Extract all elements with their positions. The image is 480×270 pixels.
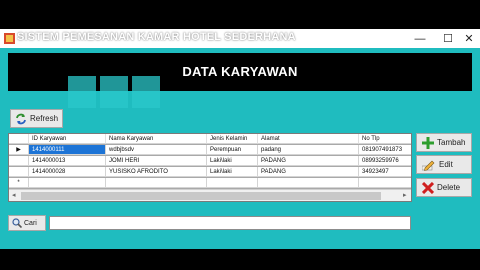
table-cell[interactable]: [106, 178, 207, 188]
table-cell[interactable]: YUSISKO AFRODITO: [106, 167, 207, 177]
table-header: ID Karyawan Nama Karyawan Jenis Kelamin …: [9, 134, 411, 144]
row-header-corner: [9, 134, 29, 144]
table-cell[interactable]: 1414000111: [29, 145, 106, 155]
add-label: Tambah: [437, 138, 466, 147]
table-cell[interactable]: Laki\laki: [207, 167, 258, 177]
delete-label: Delete: [437, 183, 461, 192]
row-indicator[interactable]: ▶: [9, 145, 29, 155]
employee-table[interactable]: ID Karyawan Nama Karyawan Jenis Kelamin …: [8, 133, 412, 202]
minimize-button[interactable]: —: [409, 29, 431, 48]
app-icon: [4, 33, 15, 44]
add-button[interactable]: Tambah: [416, 133, 472, 152]
column-header[interactable]: No Tlp: [359, 134, 411, 144]
table-cell[interactable]: Laki\laki: [207, 156, 258, 166]
search-input[interactable]: [49, 216, 411, 230]
table-cell[interactable]: JOMI HERI: [106, 156, 207, 166]
refresh-button[interactable]: Refresh: [10, 109, 63, 128]
delete-button[interactable]: Delete: [416, 178, 472, 197]
new-row[interactable]: *: [9, 178, 411, 188]
row-indicator[interactable]: [9, 156, 29, 166]
table-cell[interactable]: [359, 178, 411, 188]
table-cell[interactable]: 1414000028: [29, 167, 106, 177]
horizontal-scrollbar[interactable]: ◂ ▸: [9, 189, 411, 201]
row-indicator[interactable]: [9, 167, 29, 177]
plus-icon: [422, 136, 434, 149]
magnifier-icon: [12, 218, 22, 228]
scroll-right-icon[interactable]: ▸: [403, 191, 407, 199]
table-row[interactable]: 1414000013 JOMI HERI Laki\laki PADANG 08…: [9, 156, 411, 166]
scroll-left-icon[interactable]: ◂: [12, 191, 16, 199]
table-cell[interactable]: [29, 178, 106, 188]
table-cell[interactable]: 1414000013: [29, 156, 106, 166]
search-button[interactable]: Cari: [8, 215, 46, 231]
table-cell[interactable]: 081907491873: [359, 145, 411, 155]
ghost-tile: [132, 76, 160, 108]
table-cell[interactable]: PADANG: [258, 156, 359, 166]
table-cell[interactable]: 34923497: [359, 167, 411, 177]
table-row[interactable]: ▶ 1414000111 wdbjbsdv Perempuan padang 0…: [9, 145, 411, 155]
table-row[interactable]: 1414000028 YUSISKO AFRODITO Laki\laki PA…: [9, 167, 411, 177]
table-cell[interactable]: [258, 178, 359, 188]
window-title: SISTEM PEMESANAN KAMAR HOTEL SEDERHANA: [17, 31, 296, 43]
table-cell[interactable]: PADANG: [258, 167, 359, 177]
table-cell[interactable]: padang: [258, 145, 359, 155]
pencil-icon: [422, 160, 435, 171]
column-header[interactable]: Jenis Kelamin: [207, 134, 258, 144]
column-header[interactable]: Nama Karyawan: [106, 134, 207, 144]
table-cell[interactable]: [207, 178, 258, 188]
edit-button[interactable]: Edit: [416, 155, 472, 174]
scrollbar-thumb[interactable]: [21, 192, 381, 200]
table-cell[interactable]: Perempuan: [207, 145, 258, 155]
table-cell[interactable]: wdbjbsdv: [106, 145, 207, 155]
ghost-tile: [68, 76, 96, 108]
table-cell[interactable]: 08993259976: [359, 156, 411, 166]
delete-x-icon: [422, 181, 434, 194]
column-header[interactable]: Alamat: [258, 134, 359, 144]
edit-label: Edit: [439, 160, 453, 169]
column-header[interactable]: ID Karyawan: [29, 134, 106, 144]
ghost-tile: [100, 76, 128, 108]
refresh-icon: [16, 113, 26, 124]
close-button[interactable]: ✕: [458, 29, 480, 48]
search-button-label: Cari: [24, 219, 37, 227]
row-indicator[interactable]: *: [9, 178, 29, 188]
maximize-button[interactable]: ☐: [437, 29, 459, 48]
title-bar: SISTEM PEMESANAN KAMAR HOTEL SEDERHANA —…: [0, 29, 480, 48]
refresh-label: Refresh: [30, 114, 59, 123]
